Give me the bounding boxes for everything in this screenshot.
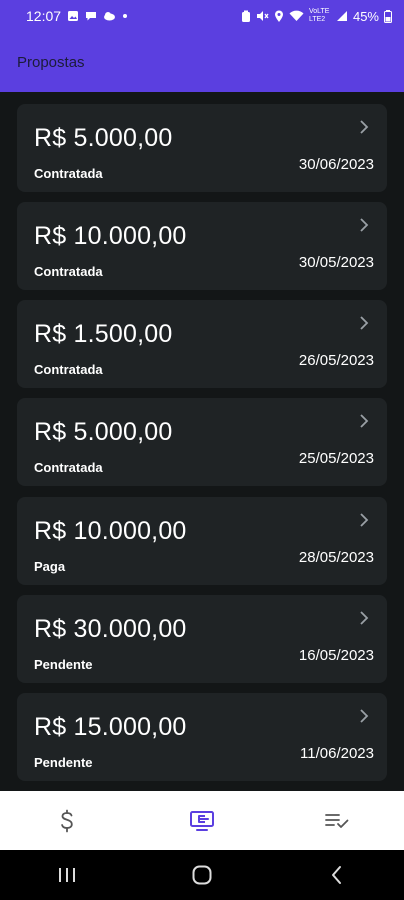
nav-item-proposals[interactable] <box>162 791 242 850</box>
proposal-date: 16/05/2023 <box>298 647 374 664</box>
nav-item-dollar[interactable] <box>27 791 107 850</box>
proposal-status: Contratada <box>34 460 103 475</box>
proposal-date: 11/06/2023 <box>300 745 374 762</box>
back-icon <box>331 866 341 884</box>
proposal-amount: R$ 1.500,00 <box>34 320 173 348</box>
wifi-icon <box>289 10 304 21</box>
proposal-amount: R$ 10.000,00 <box>34 222 187 250</box>
page-title: Propostas <box>17 53 85 71</box>
proposal-status: Contratada <box>34 362 103 377</box>
status-left: 12:07 <box>26 8 128 24</box>
chevron-right-icon <box>360 120 369 134</box>
proposal-status: Pendente <box>34 755 93 770</box>
app-bar: Propostas <box>0 32 404 92</box>
proposal-card[interactable]: R$ 10.000,00 Contratada 30/05/2023 <box>17 202 387 290</box>
dot-icon <box>123 14 128 18</box>
proposal-status: Contratada <box>34 166 103 181</box>
proposal-card[interactable]: R$ 15.000,00 Pendente 11/06/2023 <box>17 693 387 781</box>
proposal-status: Paga <box>34 559 66 574</box>
battery-icon <box>384 9 392 23</box>
proposal-amount: R$ 30.000,00 <box>34 615 187 643</box>
dollar-icon <box>61 809 74 832</box>
home-icon <box>192 865 212 885</box>
mute-icon <box>256 11 269 21</box>
bottom-nav <box>0 791 404 850</box>
recents-button[interactable] <box>37 850 97 900</box>
proposal-amount: R$ 15.000,00 <box>34 713 187 741</box>
nav-item-checklist[interactable] <box>297 791 377 850</box>
chevron-right-icon <box>360 316 369 330</box>
system-nav-bar <box>0 850 404 900</box>
proposal-date: 25/05/2023 <box>298 450 374 467</box>
proposal-status: Contratada <box>34 264 103 279</box>
proposal-status: Pendente <box>34 657 93 672</box>
chevron-right-icon <box>360 218 369 232</box>
status-bar: 12:07 VoLTE LTE2 45% <box>0 0 404 32</box>
proposal-date: 26/05/2023 <box>298 352 374 369</box>
proposal-card[interactable]: R$ 5.000,00 Contratada 25/05/2023 <box>17 398 387 486</box>
chevron-right-icon <box>360 709 369 723</box>
signal-icon <box>336 11 347 21</box>
battery-percent: 45% <box>352 8 379 24</box>
proposal-amount: R$ 5.000,00 <box>34 124 173 152</box>
recents-icon <box>59 868 76 882</box>
proposal-date: 30/05/2023 <box>298 254 374 271</box>
proposal-card[interactable]: R$ 1.500,00 Contratada 26/05/2023 <box>17 300 387 388</box>
chat-icon <box>86 12 97 21</box>
proposal-amount: R$ 10.000,00 <box>34 517 187 545</box>
proposal-date: 30/06/2023 <box>298 156 374 173</box>
home-button[interactable] <box>172 850 232 900</box>
chevron-right-icon <box>360 513 369 527</box>
proposal-date: 28/05/2023 <box>298 549 374 566</box>
checklist-icon <box>324 813 349 828</box>
proposal-amount: R$ 5.000,00 <box>34 418 173 446</box>
network-label: VoLTE LTE2 <box>308 8 330 23</box>
status-right: VoLTE LTE2 45% <box>241 8 392 24</box>
gallery-icon <box>68 11 79 21</box>
status-time: 12:07 <box>26 8 62 24</box>
proposals-icon <box>189 810 214 831</box>
proposal-card[interactable]: R$ 5.000,00 Contratada 30/06/2023 <box>17 104 387 192</box>
cloud-icon <box>104 12 116 21</box>
proposal-card[interactable]: R$ 10.000,00 Paga 28/05/2023 <box>17 497 387 585</box>
proposal-card[interactable]: R$ 30.000,00 Pendente 16/05/2023 <box>17 595 387 683</box>
battery-saver-icon <box>241 10 250 22</box>
proposals-list[interactable]: R$ 5.000,00 Contratada 30/06/2023 R$ 10.… <box>0 92 404 791</box>
location-icon <box>274 10 283 22</box>
chevron-right-icon <box>360 414 369 428</box>
chevron-right-icon <box>360 611 369 625</box>
back-button[interactable] <box>307 850 367 900</box>
